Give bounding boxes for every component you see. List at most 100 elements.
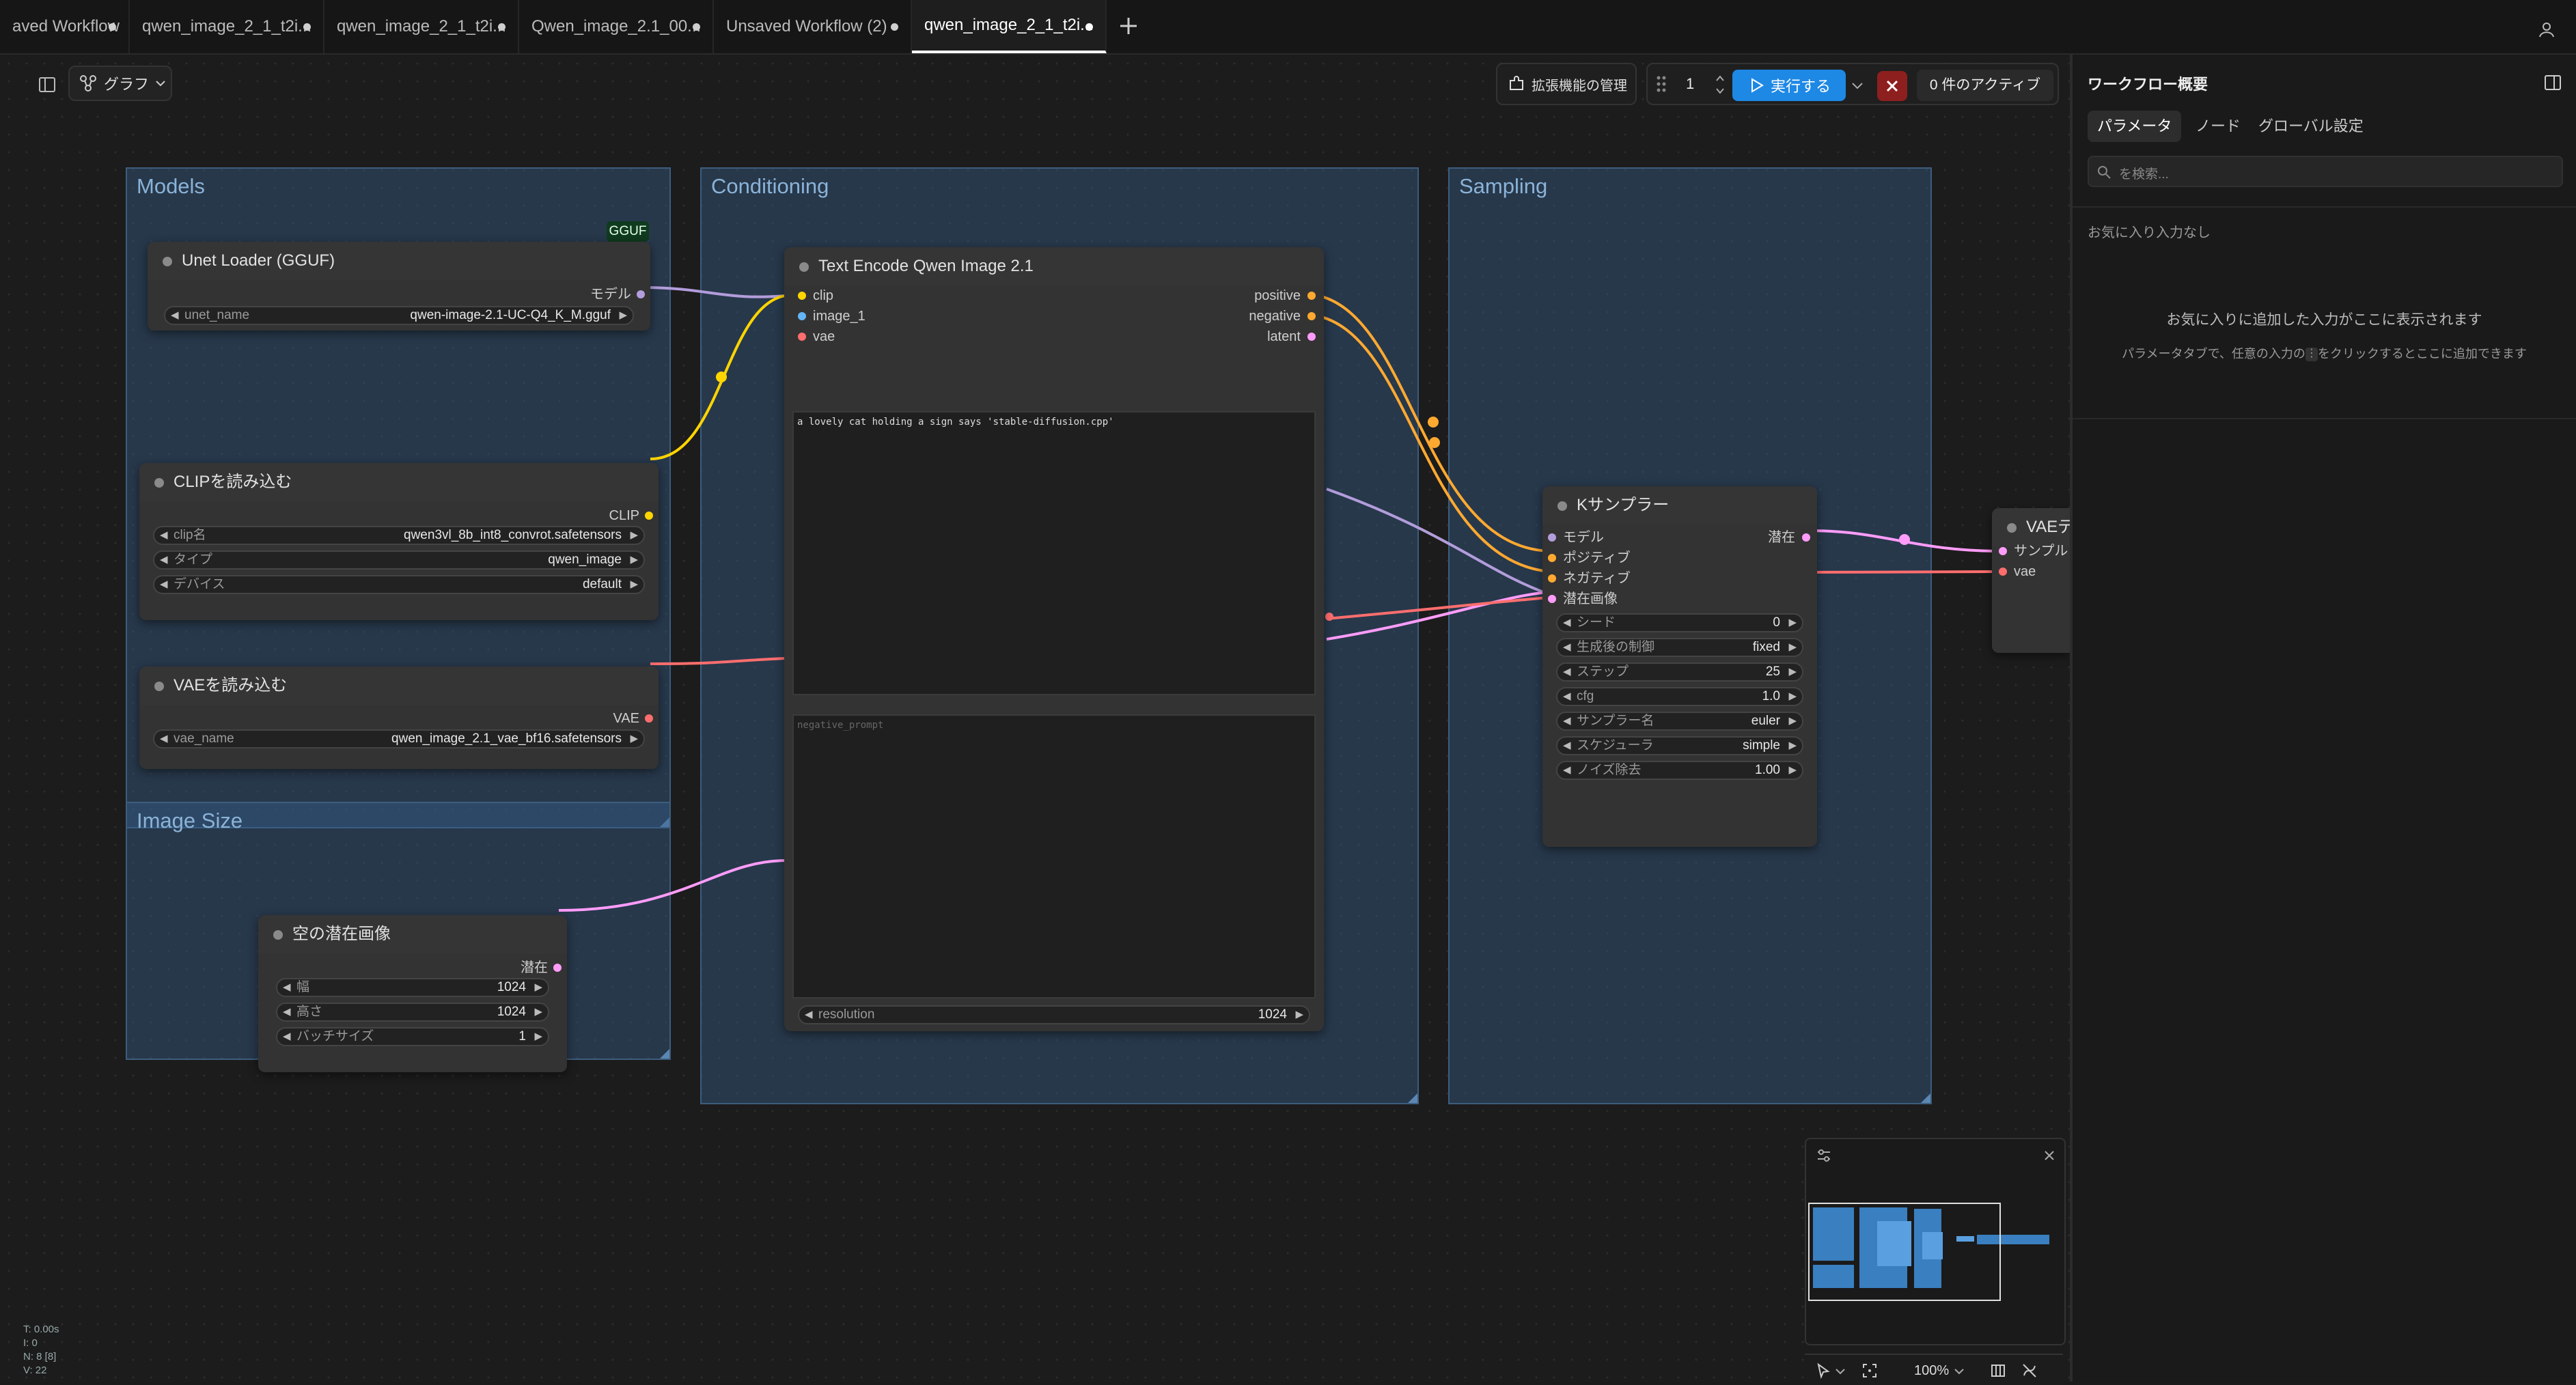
arrow-left-icon[interactable]: ◀ (1563, 762, 1571, 779)
collapse-dot-icon[interactable] (1557, 501, 1567, 511)
graph-canvas[interactable]: グラフ 拡張機能の管理 1 実行する 0 件のアクティブ Models Cond… (0, 55, 2074, 1385)
arrow-right-icon[interactable]: ▶ (1295, 1007, 1303, 1023)
node-empty-latent[interactable]: 空の潜在画像 潜在 ◀ 幅 1024 ▶ ◀ 高さ 1024 ▶ ◀ バッチサイズ 1 ▶ (258, 915, 567, 1072)
node-unet-loader[interactable]: Unet Loader (GGUF) モデル ◀ unet_name qwen-im… (148, 242, 650, 331)
output-latent[interactable]: 潜在 (521, 959, 562, 977)
output-socket-icon[interactable] (553, 964, 562, 972)
panel-toggle-icon[interactable] (2543, 72, 2563, 93)
input-socket-icon[interactable] (798, 312, 806, 320)
output-socket-icon[interactable] (645, 512, 653, 520)
widget-sampler-name[interactable]: ◀ サンプラー名 euler ▶ (1556, 712, 1803, 731)
collapse-dot-icon[interactable] (2007, 523, 2017, 533)
output-socket-icon[interactable] (645, 714, 653, 723)
input-socket-icon[interactable] (1548, 595, 1556, 603)
input-clip[interactable]: clip (798, 287, 833, 305)
widget-clip-device[interactable]: ◀ デバイス default ▶ (153, 575, 645, 594)
link-visibility-icon[interactable] (2021, 1362, 2038, 1380)
output-model[interactable]: モデル (590, 285, 645, 303)
widget-batch-size[interactable]: ◀ バッチサイズ 1 ▶ (276, 1027, 549, 1046)
arrow-left-icon[interactable]: ◀ (1563, 688, 1571, 705)
arrow-right-icon[interactable]: ▶ (534, 979, 542, 996)
node-title-bar[interactable]: Text Encode Qwen Image 2.1 (784, 247, 1324, 285)
positive-prompt-textarea[interactable]: a lovely cat holding a sign says 'stable… (792, 411, 1316, 695)
widget-height[interactable]: ◀ 高さ 1024 ▶ (276, 1003, 549, 1022)
arrow-right-icon[interactable]: ▶ (630, 527, 638, 544)
input-vae[interactable]: vae (798, 328, 835, 346)
minimap-toggle-icon[interactable] (1989, 1362, 2007, 1380)
widget-vae-name[interactable]: ◀ vae_name qwen_image_2.1_vae_bf16.safeten… (153, 729, 645, 749)
tab-parameters[interactable]: パラメータ (2088, 111, 2182, 142)
arrow-right-icon[interactable]: ▶ (619, 307, 627, 324)
arrow-left-icon[interactable]: ◀ (160, 731, 168, 747)
arrow-left-icon[interactable]: ◀ (283, 1004, 291, 1020)
arrow-right-icon[interactable]: ▶ (1788, 738, 1797, 754)
negative-prompt-textarea[interactable]: negative_prompt (792, 714, 1316, 998)
arrow-right-icon[interactable]: ▶ (630, 731, 638, 747)
arrow-right-icon[interactable]: ▶ (534, 1029, 542, 1045)
arrow-right-icon[interactable]: ▶ (1788, 615, 1797, 631)
minimap-view[interactable] (1806, 1194, 2064, 1303)
node-title-bar[interactable]: Kサンプラー (1542, 486, 1817, 524)
input-positive[interactable]: ポジティブ (1548, 549, 1631, 567)
input-image[interactable]: image_1 (798, 307, 865, 325)
arrow-left-icon[interactable]: ◀ (1563, 639, 1571, 656)
output-socket-icon[interactable] (1307, 333, 1316, 341)
output-socket-icon[interactable] (1802, 533, 1810, 542)
node-ksampler[interactable]: Kサンプラー モデル ポジティブ ネガティブ 潜在画像 潜在 ◀ シード 0 ▶ ◀ 生… (1542, 486, 1817, 847)
tab-workflow-2[interactable]: qwen_image_2_1_t2i... (130, 0, 324, 53)
arrow-left-icon[interactable]: ◀ (805, 1007, 813, 1023)
arrow-left-icon[interactable]: ◀ (160, 527, 168, 544)
widget-clip-name[interactable]: ◀ clip名 qwen3vl_8b_int8_convrot.safetensor… (153, 526, 645, 545)
arrow-right-icon[interactable]: ▶ (1788, 688, 1797, 705)
widget-cfg[interactable]: ◀ cfg 1.0 ▶ (1556, 687, 1803, 706)
zoom-level[interactable]: 100% (1914, 1363, 1949, 1379)
new-tab-button[interactable] (1115, 12, 1142, 40)
arrow-left-icon[interactable]: ◀ (1563, 664, 1571, 680)
arrow-left-icon[interactable]: ◀ (1563, 615, 1571, 631)
user-button[interactable] (2538, 20, 2556, 38)
input-vae[interactable]: vae (1999, 563, 2036, 580)
widget-steps[interactable]: ◀ ステップ 25 ▶ (1556, 662, 1803, 682)
output-latent[interactable]: latent (1267, 328, 1316, 346)
arrow-left-icon[interactable]: ◀ (1563, 738, 1571, 754)
minimap-panel[interactable] (1805, 1138, 2066, 1345)
arrow-left-icon[interactable]: ◀ (1563, 713, 1571, 729)
node-title-bar[interactable]: CLIPを読み込む (139, 463, 659, 501)
output-positive[interactable]: positive (1254, 287, 1316, 305)
node-clip-loader[interactable]: CLIPを読み込む CLIP ◀ clip名 qwen3vl_8b_int8_con… (139, 463, 659, 620)
arrow-right-icon[interactable]: ▶ (630, 576, 638, 593)
node-text-encode[interactable]: Text Encode Qwen Image 2.1 clip image_1 … (784, 247, 1324, 1031)
cursor-icon[interactable] (1814, 1362, 1832, 1380)
widget-resolution[interactable]: ◀ resolution 1024 ▶ (798, 1005, 1310, 1024)
sliders-icon[interactable] (1816, 1147, 1832, 1164)
arrow-right-icon[interactable]: ▶ (630, 552, 638, 568)
fit-view-icon[interactable] (1861, 1362, 1879, 1380)
arrow-left-icon[interactable]: ◀ (283, 979, 291, 996)
arrow-right-icon[interactable]: ▶ (1788, 713, 1797, 729)
arrow-right-icon[interactable]: ▶ (1788, 762, 1797, 779)
arrow-left-icon[interactable]: ◀ (160, 552, 168, 568)
collapse-dot-icon[interactable] (154, 682, 164, 691)
arrow-left-icon[interactable]: ◀ (283, 1029, 291, 1045)
input-socket-icon[interactable] (1999, 568, 2007, 576)
input-socket-icon[interactable] (798, 292, 806, 300)
close-icon[interactable] (2042, 1149, 2056, 1162)
chevron-down-icon[interactable] (1835, 1366, 1846, 1377)
input-socket-icon[interactable] (798, 333, 806, 341)
collapse-dot-icon[interactable] (799, 262, 809, 272)
node-title-bar[interactable]: Unet Loader (GGUF) (148, 242, 650, 280)
tab-global-settings[interactable]: グローバル設定 (2249, 111, 2373, 142)
collapse-dot-icon[interactable] (154, 478, 164, 488)
output-vae[interactable]: VAE (613, 710, 653, 727)
arrow-left-icon[interactable]: ◀ (171, 307, 179, 324)
output-negative[interactable]: negative (1249, 307, 1316, 325)
arrow-right-icon[interactable]: ▶ (1788, 664, 1797, 680)
search-input[interactable]: を検索... (2088, 156, 2563, 187)
collapse-dot-icon[interactable] (163, 257, 172, 266)
collapse-dot-icon[interactable] (273, 930, 283, 940)
input-socket-icon[interactable] (1548, 554, 1556, 562)
node-title-bar[interactable]: VAEデ (1992, 508, 2074, 546)
widget-scheduler[interactable]: ◀ スケジューラ simple ▶ (1556, 736, 1803, 755)
arrow-left-icon[interactable]: ◀ (160, 576, 168, 593)
widget-seed[interactable]: ◀ シード 0 ▶ (1556, 613, 1803, 632)
